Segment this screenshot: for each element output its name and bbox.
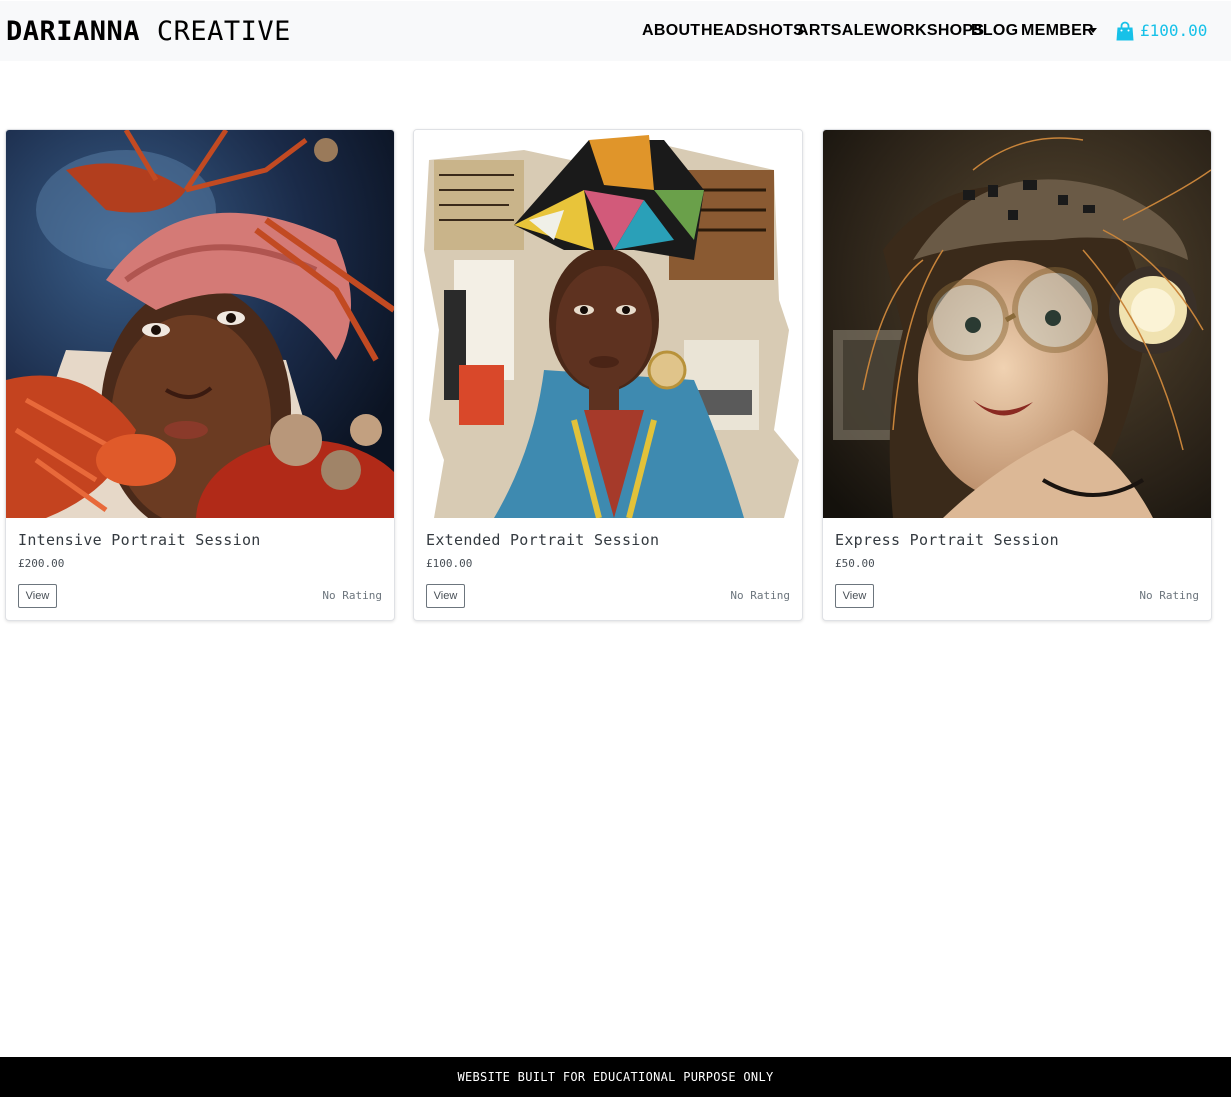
- product-card: Extended Portrait Session £100.00 View N…: [413, 129, 803, 621]
- nav-link-headshots[interactable]: HEADSHOTS: [701, 20, 804, 42]
- product-rating: No Rating: [730, 589, 790, 602]
- caret-down-icon[interactable]: [1089, 28, 1097, 33]
- cart-total-link[interactable]: £100.00: [1140, 20, 1207, 42]
- product-price: £200.00: [18, 557, 65, 570]
- product-image-link[interactable]: [6, 130, 394, 518]
- brand-name-bold: DARIANNA: [6, 16, 141, 47]
- product-title: Intensive Portrait Session: [18, 531, 261, 549]
- product-title: Extended Portrait Session: [426, 531, 660, 549]
- nav-link-about[interactable]: ABOUT: [642, 20, 700, 42]
- nav-link-workshops[interactable]: WORKSHOPS: [875, 20, 984, 42]
- shopping-bag-icon[interactable]: [1116, 21, 1134, 41]
- product-image-link[interactable]: [823, 130, 1211, 518]
- navbar: DARIANNA CREATIVE ABOUT HEADSHOTS ARTSAL…: [0, 1, 1231, 61]
- product-image-crab-portrait: [6, 130, 394, 518]
- view-button[interactable]: View: [835, 584, 874, 608]
- product-price: £50.00: [835, 557, 875, 570]
- view-button[interactable]: View: [18, 584, 57, 608]
- brand-logo-link[interactable]: DARIANNA CREATIVE: [6, 15, 291, 49]
- footer: WEBSITE BUILT FOR EDUCATIONAL PURPOSE ON…: [0, 1057, 1231, 1097]
- product-rating: No Rating: [1139, 589, 1199, 602]
- nav-link-blog[interactable]: BLOG: [971, 20, 1018, 42]
- footer-disclaimer: WEBSITE BUILT FOR EDUCATIONAL PURPOSE ON…: [457, 1070, 774, 1084]
- nav-dropdown-member[interactable]: MEMBER: [1021, 20, 1094, 42]
- product-image-collage-portrait: [414, 130, 802, 518]
- brand-name-light: CREATIVE: [156, 16, 291, 47]
- product-rating: No Rating: [322, 589, 382, 602]
- product-image-steampunk-portrait: [823, 130, 1211, 518]
- product-card: Intensive Portrait Session £200.00 View …: [5, 129, 395, 621]
- view-button[interactable]: View: [426, 584, 465, 608]
- product-price: £100.00: [426, 557, 473, 570]
- nav-link-artsale[interactable]: ARTSALE: [797, 20, 875, 42]
- product-card: Express Portrait Session £50.00 View No …: [822, 129, 1212, 621]
- product-title: Express Portrait Session: [835, 531, 1059, 549]
- product-image-link[interactable]: [414, 130, 802, 518]
